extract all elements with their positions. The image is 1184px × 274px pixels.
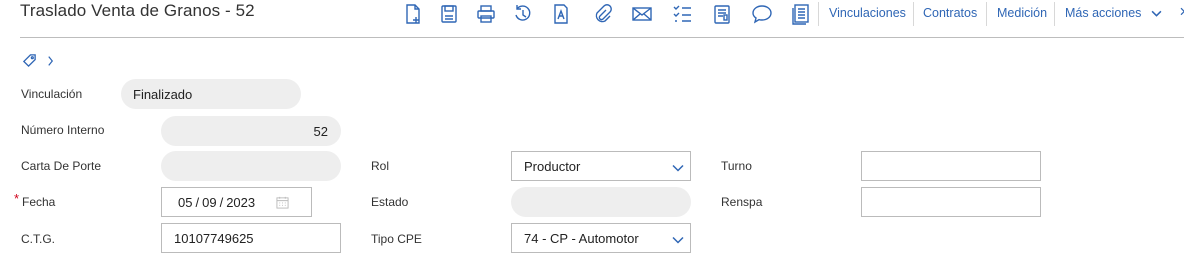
toolbar-separator (913, 2, 914, 26)
carta-de-porte-field (161, 151, 341, 181)
rol-label: Rol (371, 159, 390, 173)
rol-selected-value: Productor (524, 158, 581, 174)
required-mark: * (14, 191, 20, 206)
new-document-icon[interactable] (401, 2, 425, 26)
chevron-right-icon[interactable] (47, 55, 54, 67)
toolbar-separator (986, 2, 987, 26)
toolbar-separator (1054, 2, 1055, 26)
tag-icon[interactable] (22, 53, 37, 68)
print-icon[interactable] (474, 2, 498, 26)
attach-icon[interactable] (590, 2, 614, 26)
vinculacion-label: Vinculación (21, 87, 83, 101)
date-separator: / (195, 194, 200, 210)
fecha-date-input[interactable]: 05 / 09 / 2023 (161, 187, 312, 217)
date-separator: / (219, 194, 224, 210)
turno-label: Turno (721, 159, 752, 173)
carta-de-porte-label: Carta De Porte (21, 159, 102, 173)
toolbar-separator (818, 2, 819, 26)
estado-field (511, 187, 691, 217)
medicion-link[interactable]: Medición (997, 6, 1047, 20)
contratos-link[interactable]: Contratos (923, 6, 977, 20)
page-title: Traslado Venta de Granos - 52 (20, 1, 255, 20)
fecha-year[interactable]: 2023 (226, 195, 255, 210)
vinculaciones-link[interactable]: Vinculaciones (829, 6, 906, 20)
rol-select[interactable]: Productor (511, 151, 691, 181)
chevron-down-icon (672, 160, 684, 175)
header-divider (20, 37, 1184, 38)
estado-label: Estado (371, 195, 409, 209)
comment-icon[interactable] (750, 2, 774, 26)
renspa-input[interactable] (861, 187, 1041, 217)
notes-icon[interactable] (789, 2, 813, 26)
numero-interno-label: Número Interno (21, 123, 105, 137)
numero-interno-field: 52 (161, 116, 341, 146)
chevron-down-icon (1151, 10, 1162, 17)
fecha-label: Fecha (22, 195, 56, 209)
tipo-cpe-label: Tipo CPE (371, 232, 422, 246)
mas-acciones-menu[interactable]: Más acciones (1065, 6, 1162, 20)
calendar-icon[interactable] (276, 196, 289, 209)
turno-input[interactable] (861, 151, 1041, 181)
checklist-icon[interactable] (670, 2, 694, 26)
chevron-down-icon (672, 232, 684, 247)
fecha-day[interactable]: 05 (178, 195, 192, 210)
fecha-month[interactable]: 09 (202, 195, 216, 210)
ctg-input[interactable]: 10107749625 (161, 223, 341, 253)
mas-acciones-label: Más acciones (1065, 6, 1142, 20)
save-icon[interactable] (437, 2, 461, 26)
tipo-cpe-selected-value: 74 - CP - Automotor (524, 230, 639, 246)
history-icon[interactable] (511, 2, 535, 26)
renspa-label: Renspa (721, 195, 763, 209)
ctg-label: C.T.G. (21, 232, 56, 246)
close-button[interactable]: ✕ (1179, 4, 1184, 19)
text-document-icon[interactable] (549, 2, 573, 26)
mail-icon[interactable] (630, 2, 654, 26)
tag-row (22, 53, 54, 68)
vinculacion-field: Finalizado (121, 79, 301, 109)
report-icon[interactable] (710, 2, 734, 26)
tipo-cpe-select[interactable]: 74 - CP - Automotor (511, 223, 691, 253)
